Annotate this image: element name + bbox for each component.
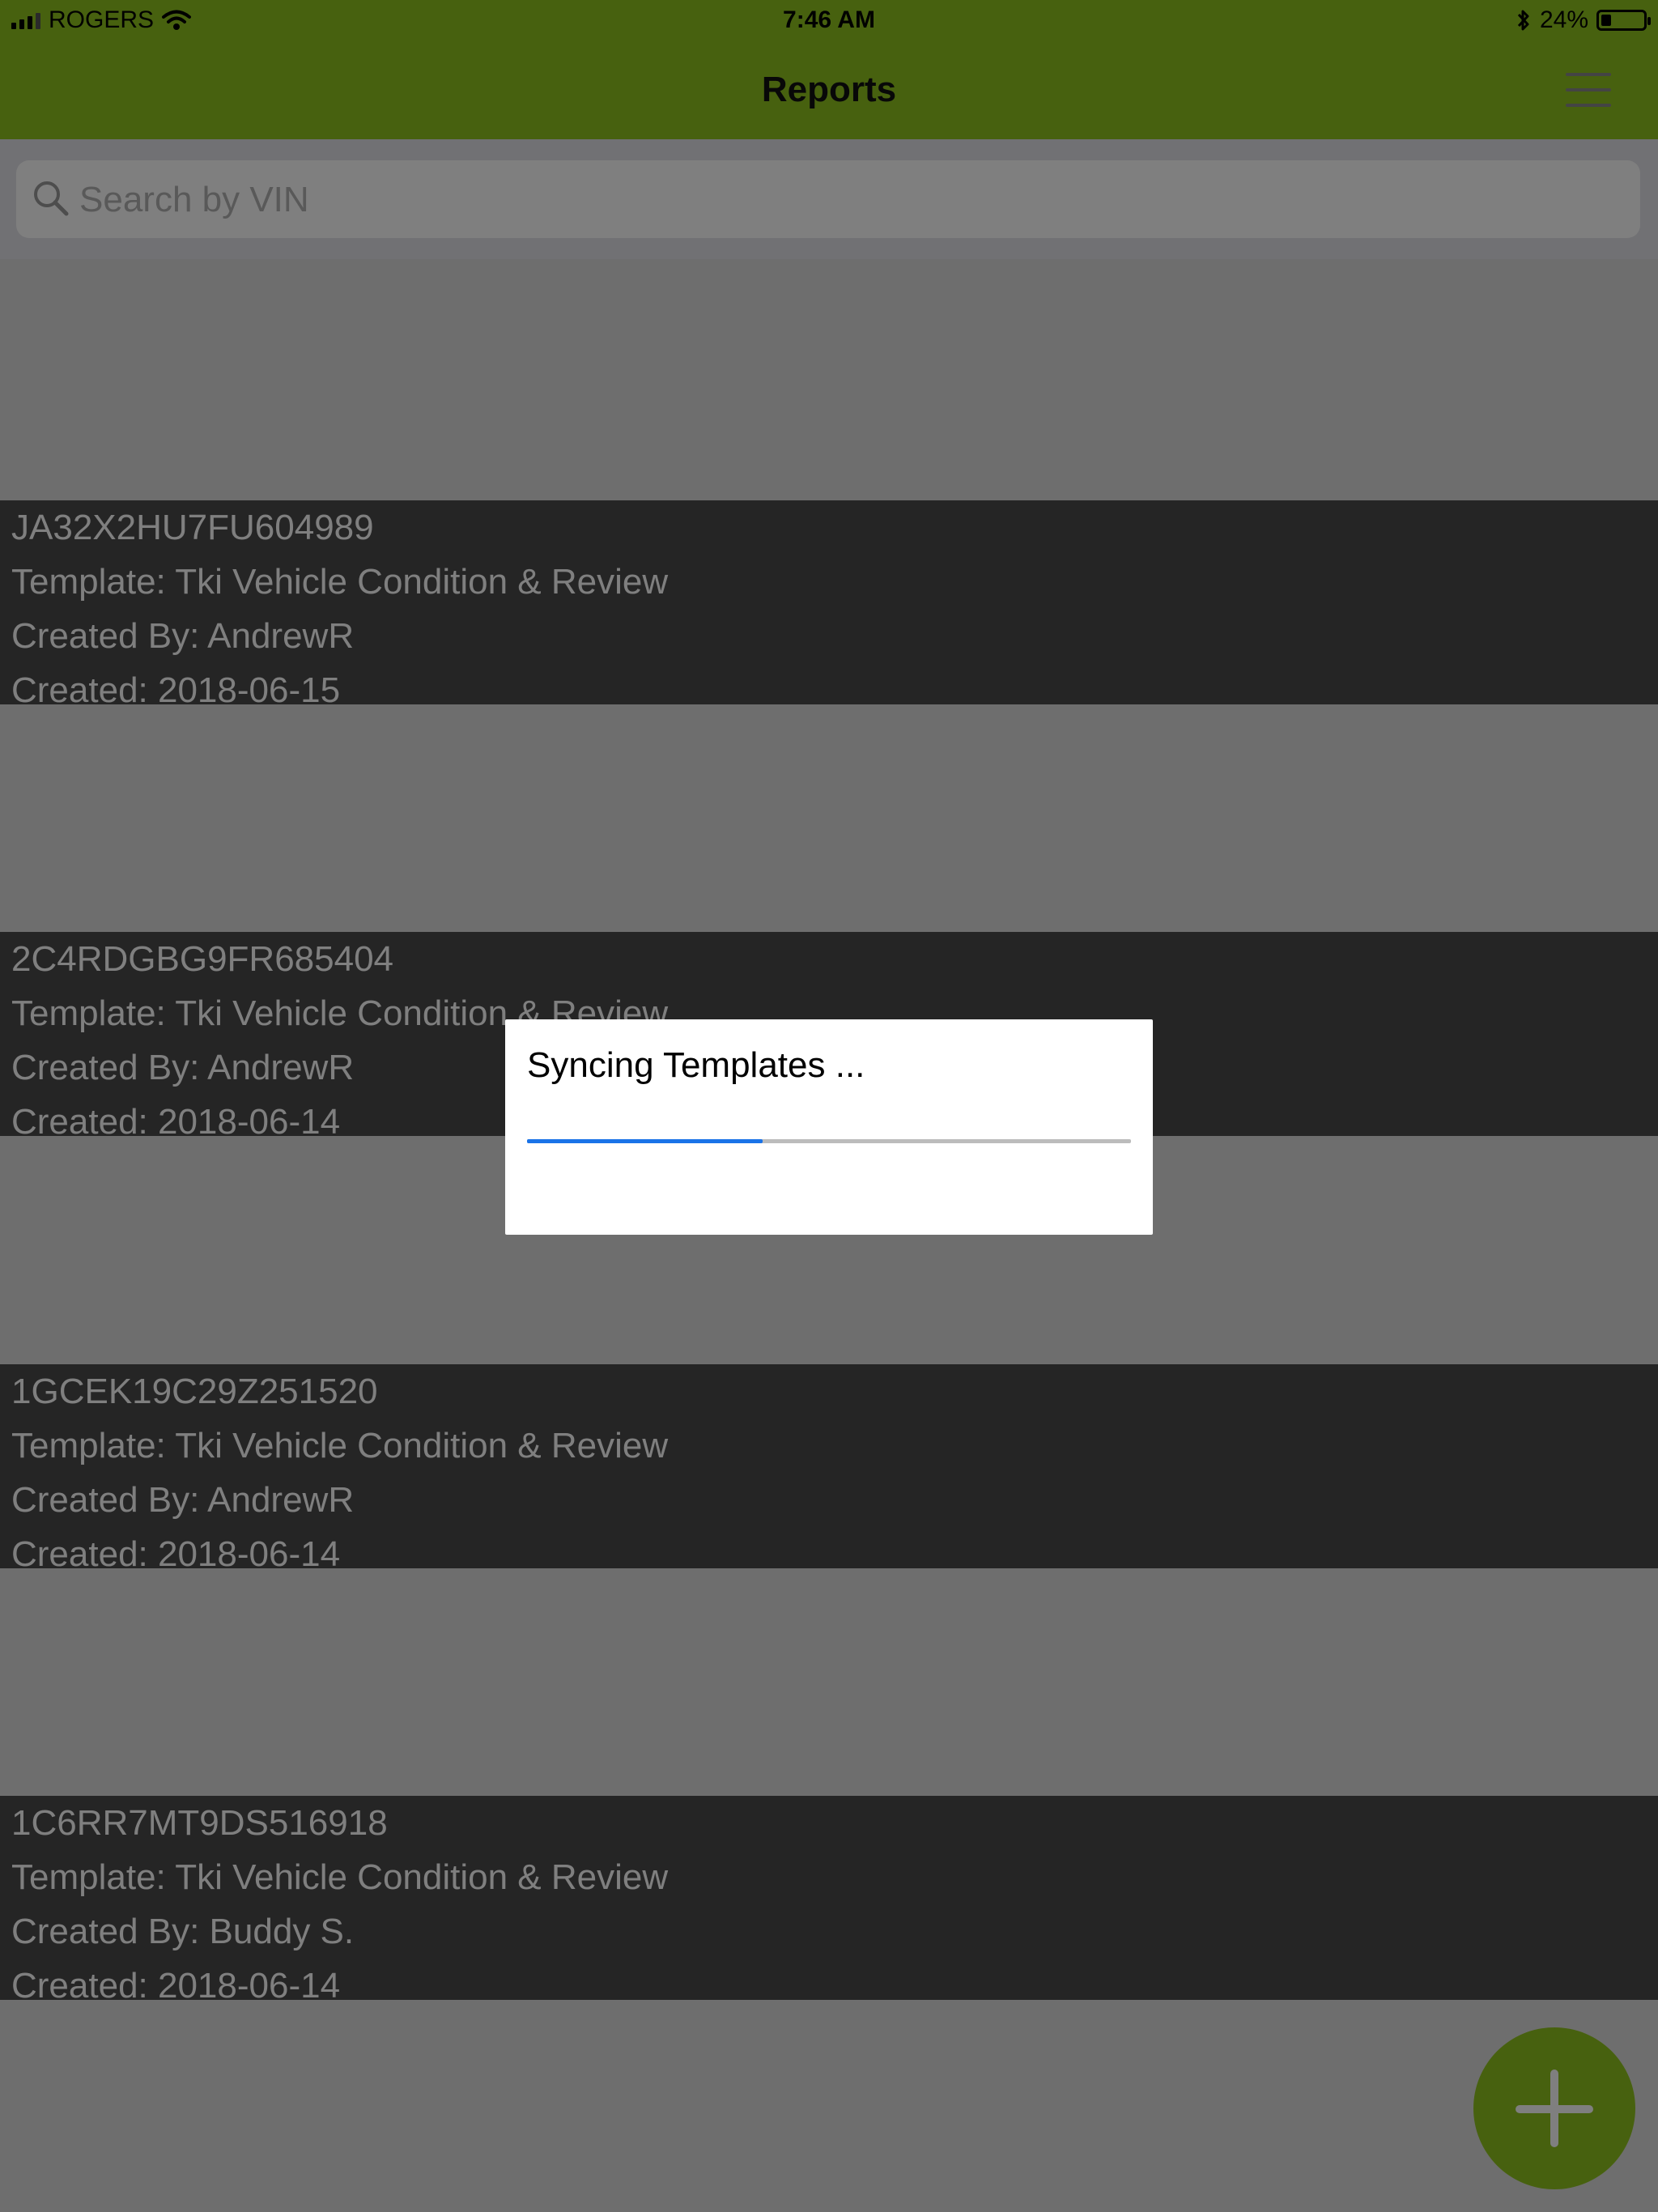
- sync-progress-fill: [527, 1139, 763, 1143]
- sync-dialog: Syncing Templates ...: [505, 1019, 1153, 1235]
- sync-progress-bar: [527, 1139, 1131, 1143]
- sync-message: Syncing Templates ...: [527, 1045, 865, 1085]
